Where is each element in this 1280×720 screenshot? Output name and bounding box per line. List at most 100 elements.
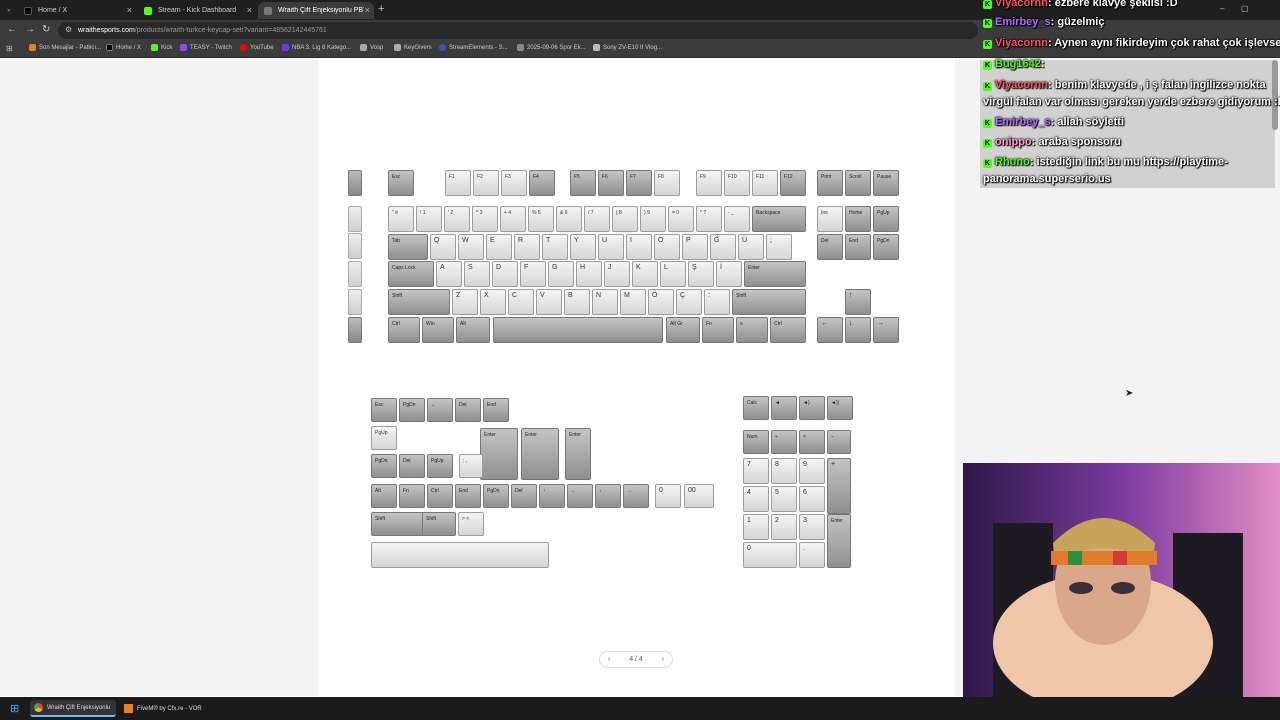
bookmark-icon [29, 44, 36, 51]
keycap: 5 [771, 486, 797, 512]
bookmark-item[interactable]: YouTube [240, 44, 274, 51]
close-icon[interactable]: × [127, 5, 132, 15]
url-host: wraithesports.com [78, 27, 135, 34]
chat-message: Konippo: araba sponsoru [983, 135, 1121, 149]
back-icon[interactable]: ← [7, 24, 17, 35]
keycap: 7 [743, 458, 769, 484]
bookmark-item[interactable]: NBA 3. Lig 8 Katego... [282, 44, 351, 51]
bookmark-label: KeyGivers [404, 44, 432, 51]
close-icon[interactable]: × [247, 5, 252, 15]
bookmark-icon [282, 44, 289, 51]
bookmark-item[interactable]: Kick [151, 44, 172, 51]
chat-text: : araba sponsoru [1031, 136, 1121, 148]
chat-username[interactable]: Bug1642 [995, 58, 1041, 70]
tab-home-x[interactable]: Home / X × [18, 2, 136, 19]
streamer-image [963, 463, 1280, 698]
bookmark-item[interactable]: Vosp [360, 44, 383, 51]
keycap: Ctrl [427, 484, 453, 508]
chat-message: K Viyacornn: ezbere klavye şeklisi :D [983, 0, 1178, 10]
address-bar[interactable]: ⚙ wraithesports.com /products/wraith-tur… [58, 22, 978, 39]
next-image-button[interactable]: › [662, 656, 664, 663]
bookmark-label: Son Mesajlar - Patlıcı... [39, 44, 102, 51]
chat-username[interactable]: Viyacornn [995, 0, 1048, 9]
keycap: 4 [743, 486, 769, 512]
bookmark-item[interactable]: StreamElements - S... [439, 44, 508, 51]
left-margin [0, 58, 318, 696]
bookmark-item[interactable]: 2025-09-06 Spor Ek... [517, 44, 586, 51]
apps-icon[interactable]: ⊞ [6, 44, 13, 53]
site-info-icon[interactable]: ⚙ [65, 25, 72, 34]
bookmark-item[interactable]: Son Mesajlar - Patlıcı... [29, 44, 101, 51]
mouse-cursor-icon: ➤ [1125, 388, 1134, 399]
spacebar-keycap [371, 542, 549, 568]
chat-username[interactable]: Emirbey_s [995, 16, 1051, 28]
kick-badge-icon: K [983, 40, 992, 49]
chat-message: K Viyacornn: benim klavyede , i ş falan i… [983, 78, 1266, 92]
taskbar-label: Wraith Çift Enjeksiyonlu [47, 704, 111, 711]
kick-badge-icon: K [983, 159, 992, 168]
keycap: Calc [743, 396, 769, 420]
bookmark-item[interactable]: Home / X [106, 44, 141, 51]
tab-kick-dashboard[interactable]: Stream - Kick Dashboard × [138, 2, 256, 19]
x-logo-icon [24, 6, 32, 15]
keycap: End [483, 398, 509, 422]
chat-username[interactable]: Viyacornn [995, 79, 1048, 91]
prev-image-button[interactable]: ‹ [608, 656, 610, 663]
keycap: ; , [459, 454, 483, 478]
keycap: PgDn [371, 454, 397, 478]
screen: ⌄ Home / X × Stream - Kick Dashboard × W… [0, 0, 1280, 720]
chat-message: K Rhuno: istediğin link bu mu https://pla… [983, 155, 1228, 169]
keycap: 9 [799, 458, 825, 484]
keycap-product-image: Esc F1 F2 F3 F4 F5 F6 F7 F8 F9 F10 F11 F12 Print Scrol… [318, 58, 955, 696]
minimize-icon[interactable]: – [1220, 4, 1224, 13]
chat-text: : güzelmiç [1050, 16, 1105, 28]
chat-username[interactable]: onippo [995, 136, 1032, 148]
os-taskbar: ⊞ Wraith Çift Enjeksiyonlu FiveM® by Cfx… [0, 697, 1280, 720]
keycap: Enter [827, 514, 851, 568]
forward-icon[interactable]: → [25, 24, 35, 35]
close-icon[interactable]: × [365, 5, 370, 15]
maximize-icon[interactable]: ▢ [1241, 4, 1249, 13]
tab-label: Home / X [38, 7, 68, 14]
keycap: Del [399, 454, 425, 478]
keycap: ← [567, 484, 593, 508]
chat-message: K Bug1642: [983, 57, 1045, 71]
bookmark-item[interactable]: TEASY - Twitch [180, 44, 232, 51]
keycap: ◄) [799, 396, 825, 420]
x-logo-icon [106, 44, 113, 51]
taskbar-fivem[interactable]: FiveM® by Cfx.re - VOR [120, 700, 210, 717]
keycap: ↑ [539, 484, 565, 508]
bookmark-item[interactable]: Sony ZV-E10 II Vlog... [593, 44, 662, 51]
youtube-logo-icon [240, 44, 247, 51]
keycap: 0 [743, 542, 797, 568]
keycap: × [799, 430, 825, 454]
tab-label: Stream - Kick Dashboard [158, 7, 237, 14]
keycap: > < [458, 512, 484, 536]
chat-username[interactable]: Emirbey_s [995, 116, 1051, 128]
keycap: Del [511, 484, 537, 508]
chat-text: : benim klavyede , i ş falan ingilizce n… [1048, 79, 1266, 91]
bookmark-item[interactable]: KeyGivers [394, 44, 432, 51]
chat-text: : [1040, 58, 1045, 70]
kick-badge-icon: K [983, 139, 992, 148]
keycap: . [799, 542, 825, 568]
chat-text: : allah söyletti [1050, 116, 1125, 128]
tab-wraith[interactable]: Wraith Çift Enjeksiyonlu PBT Tü... × [258, 2, 374, 19]
twitch-logo-icon [180, 44, 187, 51]
tab-search-icon[interactable]: ⌄ [6, 5, 12, 13]
keycap: ◄ [771, 396, 797, 420]
windows-start-icon[interactable]: ⊞ [10, 702, 19, 715]
keycap: Enter [565, 428, 591, 480]
chat-username[interactable]: Rhuno [995, 156, 1030, 168]
bookmark-icon [517, 44, 524, 51]
bookmark-label: Kick [161, 44, 173, 51]
new-tab-button[interactable]: + [378, 3, 384, 15]
kick-badge-icon: K [983, 61, 992, 70]
tab-label: Wraith Çift Enjeksiyonlu PBT Tü... [278, 7, 364, 14]
chat-username[interactable]: Viyacornn [995, 37, 1048, 49]
taskbar-chrome[interactable]: Wraith Çift Enjeksiyonlu [30, 700, 116, 717]
bookmark-label: Sony ZV-E10 II Vlog... [603, 44, 663, 51]
keycap: Alt [371, 484, 397, 508]
reload-icon[interactable]: ↻ [42, 24, 50, 35]
bookmark-label: TEASY - Twitch [190, 44, 232, 51]
